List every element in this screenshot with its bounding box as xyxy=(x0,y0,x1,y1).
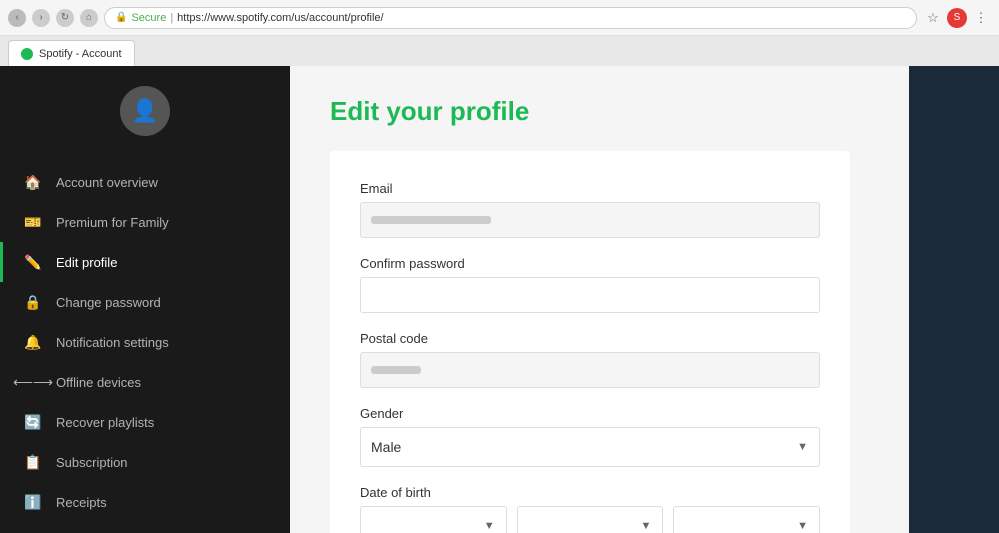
sidebar-label-notification-settings: Notification settings xyxy=(56,335,169,350)
confirm-password-input[interactable] xyxy=(360,277,820,313)
browser-actions: ☆ S ⋮ xyxy=(923,8,991,28)
bell-icon: 🔔 xyxy=(24,333,42,351)
sidebar-nav: 🏠 Account overview 🎫 Premium for Family … xyxy=(0,162,290,533)
sidebar-label-offline-devices: Offline devices xyxy=(56,375,141,390)
sidebar-item-recover-playlists[interactable]: 🔄 Recover playlists xyxy=(0,402,290,442)
edit-icon: ✏️ xyxy=(24,253,42,271)
back-button[interactable]: ‹ xyxy=(8,9,26,27)
sidebar: 👤 🏠 Account overview 🎫 Premium for Famil… xyxy=(0,66,290,533)
sidebar-label-subscription: Subscription xyxy=(56,455,128,470)
sidebar-item-edit-profile[interactable]: ✏️ Edit profile xyxy=(0,242,290,282)
star-button[interactable]: ☆ xyxy=(923,8,943,28)
avatar-icon: 👤 xyxy=(131,98,158,124)
sidebar-label-receipts: Receipts xyxy=(56,495,107,510)
premium-icon: 🎫 xyxy=(24,213,42,231)
sidebar-label-account-overview: Account overview xyxy=(56,175,158,190)
home-button[interactable]: ⌂ xyxy=(80,9,98,27)
app-layout: 👤 🏠 Account overview 🎫 Premium for Famil… xyxy=(0,66,999,533)
sidebar-label-premium-for-family: Premium for Family xyxy=(56,215,169,230)
reload-button[interactable]: ↻ xyxy=(56,9,74,27)
dob-day-wrapper: ▼ xyxy=(360,506,507,533)
sidebar-item-offline-devices[interactable]: ⟵⟶ Offline devices xyxy=(0,362,290,402)
sidebar-item-change-password[interactable]: 🔒 Change password xyxy=(0,282,290,322)
gender-group: Gender Male Female Non-binary Prefer not… xyxy=(360,406,820,467)
devices-icon: ⟵⟶ xyxy=(24,373,42,391)
lock-icon: 🔒 xyxy=(115,12,127,23)
sidebar-item-account-overview[interactable]: 🏠 Account overview xyxy=(0,162,290,202)
postal-code-label: Postal code xyxy=(360,331,820,346)
active-tab[interactable]: Spotify - Account xyxy=(8,40,135,66)
postal-code-group: Postal code xyxy=(360,331,820,388)
dob-group: Date of birth ▼ ▼ xyxy=(360,485,820,533)
right-panel xyxy=(909,66,999,533)
dob-year-wrapper: ▼ xyxy=(673,506,820,533)
dob-month-select[interactable] xyxy=(517,506,664,533)
tab-label: Spotify - Account xyxy=(39,48,122,60)
gender-label: Gender xyxy=(360,406,820,421)
recover-icon: 🔄 xyxy=(24,413,42,431)
dob-label: Date of birth xyxy=(360,485,820,500)
email-input-blurred xyxy=(360,202,820,238)
subscription-icon: 📋 xyxy=(24,453,42,471)
form-card: Email Confirm password Postal code Gende… xyxy=(330,151,850,533)
url-text: https://www.spotify.com/us/account/profi… xyxy=(177,12,383,24)
url-separator: | xyxy=(170,12,173,24)
email-blur-block xyxy=(371,216,491,224)
postal-code-input-blurred xyxy=(360,352,820,388)
dob-year-select[interactable] xyxy=(673,506,820,533)
tab-bar: Spotify - Account xyxy=(0,36,999,66)
sidebar-label-recover-playlists: Recover playlists xyxy=(56,415,154,430)
sidebar-avatar-section: 👤 xyxy=(0,66,290,146)
sidebar-item-premium-for-family[interactable]: 🎫 Premium for Family xyxy=(0,202,290,242)
dob-month-wrapper: ▼ xyxy=(517,506,664,533)
avatar: 👤 xyxy=(120,86,170,136)
email-group: Email xyxy=(360,181,820,238)
browser-bar: ‹ › ↻ ⌂ 🔒 Secure | https://www.spotify.c… xyxy=(0,0,999,36)
lock-nav-icon: 🔒 xyxy=(24,293,42,311)
receipts-icon: ℹ️ xyxy=(24,493,42,511)
gender-select[interactable]: Male Female Non-binary Prefer not to say xyxy=(360,427,820,467)
postal-blur-block xyxy=(371,366,421,374)
confirm-password-label: Confirm password xyxy=(360,256,820,271)
sidebar-label-change-password: Change password xyxy=(56,295,161,310)
forward-button[interactable]: › xyxy=(32,9,50,27)
profile-button[interactable]: S xyxy=(947,8,967,28)
gender-select-wrapper: Male Female Non-binary Prefer not to say… xyxy=(360,427,820,467)
sidebar-item-notification-settings[interactable]: 🔔 Notification settings xyxy=(0,322,290,362)
secure-label: Secure xyxy=(131,12,166,24)
dob-row: ▼ ▼ ▼ xyxy=(360,506,820,533)
confirm-password-group: Confirm password xyxy=(360,256,820,313)
email-label: Email xyxy=(360,181,820,196)
sidebar-item-subscription[interactable]: 📋 Subscription xyxy=(0,442,290,482)
menu-button[interactable]: ⋮ xyxy=(971,8,991,28)
main-content: Edit your profile Email Confirm password… xyxy=(290,66,909,533)
tab-favicon xyxy=(21,48,33,60)
home-icon: 🏠 xyxy=(24,173,42,191)
page-title: Edit your profile xyxy=(330,96,869,127)
sidebar-label-edit-profile: Edit profile xyxy=(56,255,117,270)
sidebar-item-apps[interactable]: 🧩 Apps xyxy=(0,522,290,533)
dob-day-select[interactable] xyxy=(360,506,507,533)
address-bar[interactable]: 🔒 Secure | https://www.spotify.com/us/ac… xyxy=(104,7,917,29)
sidebar-item-receipts[interactable]: ℹ️ Receipts xyxy=(0,482,290,522)
